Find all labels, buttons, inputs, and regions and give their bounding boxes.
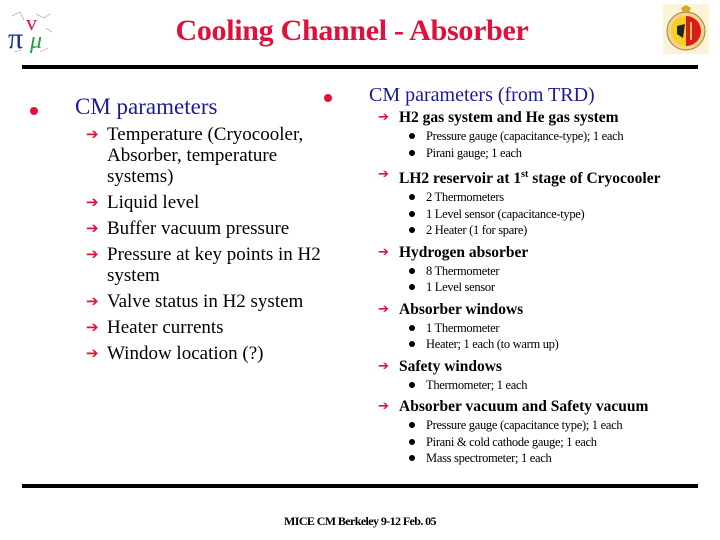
bullet-icon bbox=[409, 194, 415, 201]
list-group: ➔ LH2 reservoir at 1st stage of Cryocool… bbox=[378, 165, 718, 239]
bullet-icon bbox=[409, 422, 415, 429]
arrow-icon: ➔ bbox=[86, 245, 99, 263]
arrow-icon: ➔ bbox=[86, 125, 99, 143]
bullet-icon bbox=[409, 324, 415, 331]
list-item: Heater; 1 each (to warm up) bbox=[405, 336, 718, 353]
list-item: Pressure gauge (capacitance-type); 1 eac… bbox=[405, 128, 718, 145]
list-group: ➔ Absorber vacuum and Safety vacuum Pres… bbox=[378, 397, 718, 467]
list-group: ➔ Hydrogen absorber 8 Thermometer 1 Leve… bbox=[378, 243, 718, 296]
list-item: Thermometer; 1 each bbox=[405, 377, 718, 394]
list-item: ➔ Heater currents bbox=[86, 317, 224, 338]
list-item: ➔ Temperature (Cryocooler, Absorber, temp… bbox=[86, 124, 304, 187]
list-group: ➔ Absorber windows 1 Thermometer Heater;… bbox=[378, 300, 718, 353]
list-item: 1 Level sensor (capacitance-type) bbox=[405, 206, 718, 223]
list-item: Mass spectrometer; 1 each bbox=[405, 450, 718, 467]
bullet-icon bbox=[409, 149, 415, 156]
footer-text: MICE CM Berkeley 9-12 Feb. 05 bbox=[284, 514, 437, 528]
bullet-icon bbox=[409, 438, 415, 445]
list-item: Pressure gauge (capacitance type); 1 eac… bbox=[405, 417, 718, 434]
bullet-icon bbox=[409, 227, 415, 234]
arrow-icon: ➔ bbox=[378, 301, 389, 317]
list-item: ➔ Liquid level bbox=[86, 192, 200, 213]
right-list: ➔ H2 gas system and He gas system Pressu… bbox=[378, 108, 718, 471]
slide-title: Cooling Channel - Absorber bbox=[175, 14, 529, 47]
list-item: ➔ Buffer vacuum pressure bbox=[86, 218, 290, 239]
bullet-icon bbox=[409, 210, 415, 217]
arrow-icon: ➔ bbox=[86, 344, 99, 362]
list-group: ➔ H2 gas system and He gas system Pressu… bbox=[378, 108, 718, 161]
list-item: ➔ Pressure at key points in H2 system bbox=[86, 244, 321, 286]
bullet-icon bbox=[409, 133, 415, 139]
bullet-icon bbox=[409, 341, 415, 348]
list-group: ➔ Safety windows Thermometer; 1 each bbox=[378, 357, 718, 394]
left-heading: CM parameters bbox=[75, 94, 218, 119]
group-title: Hydrogen absorber bbox=[399, 243, 529, 261]
list-item: Pirani & cold cathode gauge; 1 each bbox=[405, 434, 718, 451]
arrow-icon: ➔ bbox=[378, 110, 389, 125]
group-title: Absorber windows bbox=[399, 300, 524, 318]
arrow-icon: ➔ bbox=[378, 244, 389, 260]
arrow-icon: ➔ bbox=[86, 219, 99, 237]
top-divider bbox=[22, 65, 698, 69]
list-item: 1 Thermometer bbox=[405, 320, 718, 337]
list-item: 2 Thermometers bbox=[405, 189, 718, 206]
arrow-icon: ➔ bbox=[86, 193, 99, 211]
list-item: Pirani gauge; 1 each bbox=[405, 145, 718, 162]
list-item: ➔ Valve status in H2 system bbox=[86, 291, 304, 312]
group-title: Absorber vacuum and Safety vacuum bbox=[399, 398, 649, 416]
bottom-divider bbox=[22, 484, 698, 488]
arrow-icon: ➔ bbox=[378, 167, 389, 182]
list-item: 2 Heater (1 for spare) bbox=[405, 222, 718, 239]
group-title: LH2 reservoir at 1st stage of Cryocooler bbox=[399, 169, 661, 188]
arrow-icon: ➔ bbox=[86, 292, 99, 310]
arrow-icon: ➔ bbox=[378, 358, 389, 374]
bullet-dot-icon bbox=[324, 94, 332, 102]
bullet-icon bbox=[409, 381, 415, 388]
bullet-dot-icon bbox=[30, 107, 38, 115]
bullet-icon bbox=[409, 267, 415, 274]
list-item: ➔ Window location (?) bbox=[86, 343, 264, 364]
list-item: 8 Thermometer bbox=[405, 263, 718, 280]
right-heading: CM parameters (from TRD) bbox=[369, 84, 595, 106]
arrow-icon: ➔ bbox=[378, 399, 389, 415]
bullet-icon bbox=[409, 455, 415, 462]
group-title: H2 gas system and He gas system bbox=[399, 109, 619, 126]
group-title: Safety windows bbox=[399, 357, 502, 375]
arrow-icon: ➔ bbox=[86, 318, 99, 336]
list-item: 1 Level sensor bbox=[405, 279, 718, 296]
bullet-icon bbox=[409, 284, 415, 291]
left-list: ➔ Temperature (Cryocooler, Absorber, temp… bbox=[86, 124, 346, 369]
